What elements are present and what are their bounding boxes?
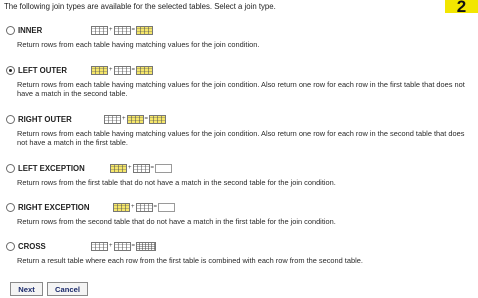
inner-join-icon: + = xyxy=(91,24,154,37)
intro-text: The following join types are available f… xyxy=(4,2,276,11)
join-option-left-outer: LEFT OUTER + = Return rows from each tabl… xyxy=(6,64,476,98)
left-outer-join-icon: + = xyxy=(91,64,154,77)
radio-inner[interactable] xyxy=(6,26,15,35)
option-label-left-exception: LEFT EXCEPTION xyxy=(18,164,85,173)
cross-join-icon: + = xyxy=(91,240,157,253)
right-outer-join-icon: + = xyxy=(104,113,167,126)
join-option-left-exception: LEFT EXCEPTION + = Return rows from the f… xyxy=(6,162,476,187)
option-label-right-exception: RIGHT EXCEPTION xyxy=(18,203,90,212)
join-option-right-exception: RIGHT EXCEPTION + = Return rows from the … xyxy=(6,201,476,226)
radio-left-outer[interactable] xyxy=(6,66,15,75)
option-desc-right-exception: Return rows from the second table that d… xyxy=(17,217,336,226)
option-desc-right-outer: Return rows from each table having match… xyxy=(17,129,465,147)
option-label-inner: INNER xyxy=(18,26,43,35)
option-label-left-outer: LEFT OUTER xyxy=(18,66,67,75)
step-badge: 2 xyxy=(445,0,478,13)
right-exception-join-icon: + = xyxy=(113,201,176,214)
option-desc-inner: Return rows from each table having match… xyxy=(17,40,260,49)
left-exception-join-icon: + = xyxy=(110,162,173,175)
option-label-right-outer: RIGHT OUTER xyxy=(18,115,72,124)
option-desc-left-outer: Return rows from each table having match… xyxy=(17,80,465,98)
radio-right-outer[interactable] xyxy=(6,115,15,124)
radio-cross[interactable] xyxy=(6,242,15,251)
next-button[interactable]: Next xyxy=(10,282,43,296)
button-bar: Next Cancel xyxy=(10,282,88,296)
option-label-cross: CROSS xyxy=(18,242,46,251)
cancel-button[interactable]: Cancel xyxy=(47,282,88,296)
join-option-right-outer: RIGHT OUTER + = Return rows from each tab… xyxy=(6,113,476,147)
option-desc-left-exception: Return rows from the first table that do… xyxy=(17,178,336,187)
radio-left-exception[interactable] xyxy=(6,164,15,173)
join-option-inner: INNER + = Return rows from each table hav… xyxy=(6,24,476,49)
join-option-cross: CROSS + = Return a result table where eac… xyxy=(6,240,476,265)
option-desc-cross: Return a result table where each row fro… xyxy=(17,256,363,265)
radio-right-exception[interactable] xyxy=(6,203,15,212)
